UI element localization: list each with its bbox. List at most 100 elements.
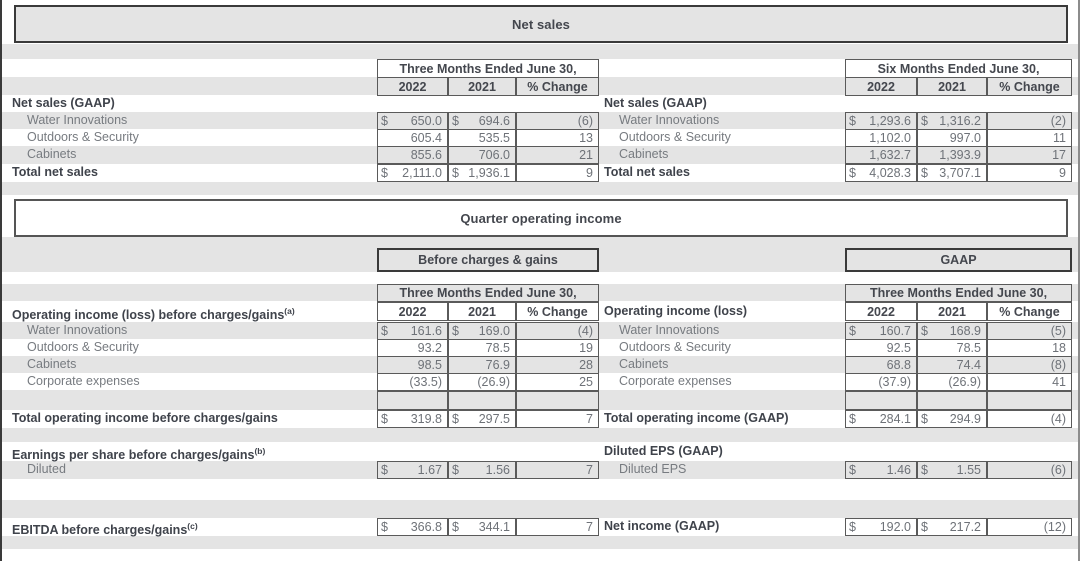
row-label: Outdoors & Security <box>619 130 731 144</box>
footnote-b: (b) <box>254 446 266 456</box>
right-col-2021-oi: 2021 <box>917 302 987 321</box>
blank-cell <box>845 391 917 410</box>
footnote-a: (a) <box>284 306 295 316</box>
cell-pct: 17 <box>987 146 1072 164</box>
cell-pct: (4) <box>516 322 599 340</box>
cell-pct: 25 <box>516 373 599 391</box>
cell-pct: (5) <box>987 322 1072 340</box>
left-col-2022: 2022 <box>377 77 448 96</box>
dollar-sign: $ <box>921 463 928 477</box>
total-cell-2021: $ 294.9 <box>917 410 987 428</box>
right-period-header: Six Months Ended June 30, <box>845 59 1072 78</box>
left-col-2021: 2021 <box>448 77 516 96</box>
dollar-sign: $ <box>381 114 388 128</box>
total-cell-2021: $ 3,707.1 <box>917 164 987 182</box>
total-cell-pct: 9 <box>516 164 599 182</box>
dollar-sign: $ <box>921 412 928 426</box>
net-sales-banner-label: Net sales <box>512 16 570 32</box>
total-cell-2022: $ 4,028.3 <box>845 164 917 182</box>
blank-cell <box>448 391 516 410</box>
right-col-2021: 2021 <box>917 77 987 96</box>
row-strip <box>2 95 1078 112</box>
dollar-sign: $ <box>452 520 459 534</box>
dollar-sign: $ <box>452 166 459 180</box>
dollar-sign: $ <box>452 463 459 477</box>
dollar-sign: $ <box>381 324 388 338</box>
cell-2021: $ 168.9 <box>917 322 987 340</box>
cell-2021: $ 1,316.2 <box>917 112 987 130</box>
cell-2021: (26.9) <box>917 373 987 391</box>
cell-2022: $ 161.6 <box>377 322 448 340</box>
dollar-sign: $ <box>849 463 856 477</box>
cell-2022: 93.2 <box>377 339 448 357</box>
row-label: Cabinets <box>27 147 77 161</box>
left-period-header-oi: Three Months Ended June 30, <box>377 284 599 302</box>
cell-pct: 21 <box>516 146 599 164</box>
right-col-2022-oi: 2022 <box>845 302 917 321</box>
spacer-stripe <box>2 237 1078 248</box>
right-col-pct: % Change <box>987 77 1072 96</box>
total-cell-2022: $ 284.1 <box>845 410 917 428</box>
dollar-sign: $ <box>452 114 459 128</box>
right-col-pct-oi: % Change <box>987 302 1072 321</box>
cell-2022: 1,102.0 <box>845 129 917 147</box>
cell-2022: $ 1,293.6 <box>845 112 917 130</box>
cell-2022: (33.5) <box>377 373 448 391</box>
cell-pct: 13 <box>516 129 599 147</box>
left-col-pct: % Change <box>516 77 599 96</box>
dollar-sign: $ <box>381 463 388 477</box>
spacer-stripe <box>2 549 1078 561</box>
dollar-sign: $ <box>921 114 928 128</box>
cell-2021: 74.4 <box>917 356 987 374</box>
dollar-sign: $ <box>849 520 856 534</box>
spacer-stripe <box>2 272 1078 284</box>
cell-2021: 706.0 <box>448 146 516 164</box>
dollar-sign: $ <box>921 166 928 180</box>
financial-summary-page: Net sales Three Months Ended June 30, 20… <box>0 0 1080 561</box>
net-income-cell-pct: (12) <box>987 518 1072 536</box>
row-label: Water Innovations <box>619 113 720 127</box>
dollar-sign: $ <box>381 412 388 426</box>
cell-2022: $ 650.0 <box>377 112 448 130</box>
spacer-stripe <box>2 479 1078 500</box>
total-cell-2022: $ 319.8 <box>377 410 448 428</box>
eps-cell-2021: $ 1.56 <box>448 461 516 479</box>
cell-2021: 76.9 <box>448 356 516 374</box>
ebitda-label: EBITDA before charges/gains(c) <box>12 521 198 538</box>
cell-2022: $ 160.7 <box>845 322 917 340</box>
blank-cell <box>917 391 987 410</box>
left-col-2022-oi: 2022 <box>377 302 448 321</box>
cell-2022: 605.4 <box>377 129 448 147</box>
cell-pct: 18 <box>987 339 1072 357</box>
right-period-header-oi: Three Months Ended June 30, <box>845 284 1072 302</box>
eps-cell-pct: 7 <box>516 461 599 479</box>
row-label: Water Innovations <box>27 113 128 127</box>
cell-2021: 535.5 <box>448 129 516 147</box>
cell-2021: 1,393.9 <box>917 146 987 164</box>
total-cell-2022: $ 2,111.0 <box>377 164 448 182</box>
cell-pct: 19 <box>516 339 599 357</box>
row-label: Corporate expenses <box>619 374 732 388</box>
row-label: Cabinets <box>619 357 669 371</box>
ebitda-cell-2021: $ 344.1 <box>448 518 516 536</box>
row-label: Outdoors & Security <box>27 130 139 144</box>
cell-2021: 78.5 <box>448 339 516 357</box>
cell-2022: 98.5 <box>377 356 448 374</box>
total-label: Total operating income before charges/ga… <box>12 411 278 425</box>
spacer-stripe <box>2 182 1078 195</box>
cell-pct: 41 <box>987 373 1072 391</box>
cell-pct: (6) <box>516 112 599 130</box>
total-cell-pct: 7 <box>516 410 599 428</box>
cell-2022: 92.5 <box>845 339 917 357</box>
total-label: Total net sales <box>604 165 690 179</box>
total-label: Total operating income (GAAP) <box>604 411 789 425</box>
operating-income-right-title: Operating income (loss) <box>604 304 748 318</box>
dollar-sign: $ <box>849 166 856 180</box>
row-label: Cabinets <box>27 357 77 371</box>
left-col-pct-oi: % Change <box>516 302 599 321</box>
cell-2022: 1,632.7 <box>845 146 917 164</box>
dollar-sign: $ <box>452 324 459 338</box>
quarter-operating-income-banner-label: Quarter operating income <box>460 210 622 226</box>
total-cell-2021: $ 297.5 <box>448 410 516 428</box>
eps-cell-2022: $ 1.67 <box>377 461 448 479</box>
